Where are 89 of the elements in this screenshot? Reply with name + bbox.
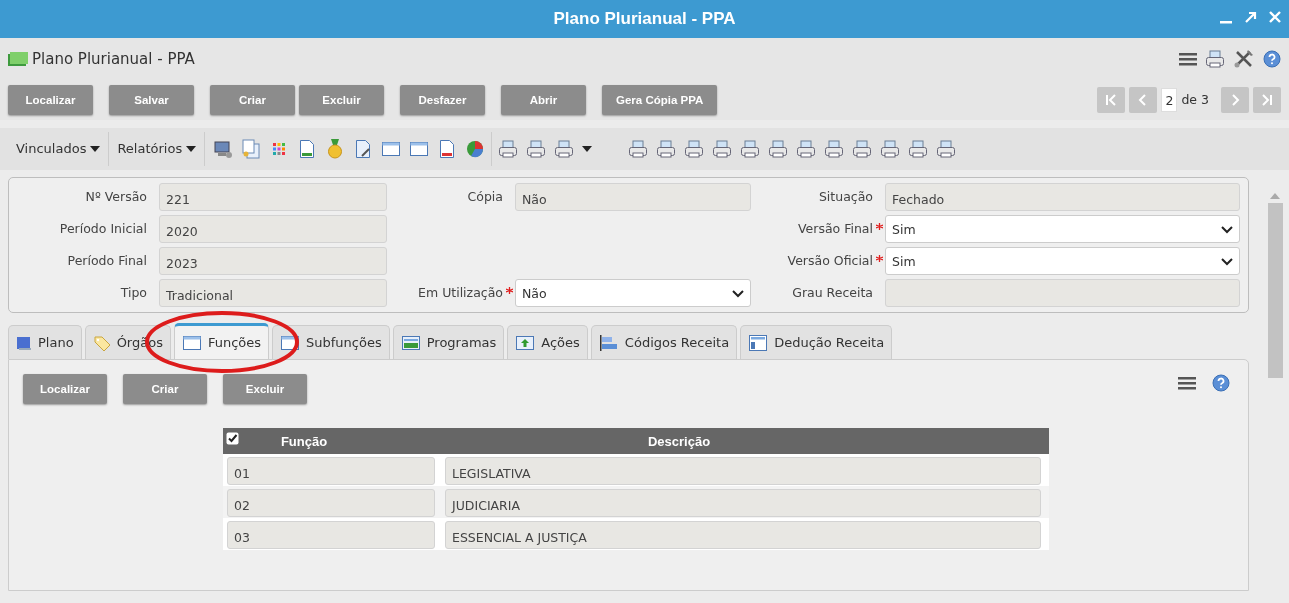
input-field[interactable]: 221 <box>159 183 387 211</box>
next-page-icon <box>1229 94 1241 107</box>
input-field[interactable]: Fechado <box>885 183 1240 211</box>
window-icon[interactable] <box>409 140 430 158</box>
required-icon <box>506 286 513 294</box>
layout-icon <box>748 333 769 352</box>
field-label: Grau Receita <box>791 283 873 302</box>
bar-chart-icon <box>598 333 619 352</box>
printer-icon[interactable] <box>712 139 733 159</box>
help-icon[interactable] <box>1212 374 1230 392</box>
printer-icon[interactable] <box>1205 49 1225 69</box>
menu-dropdown[interactable]: Relatórios <box>117 139 183 159</box>
caret-icon <box>582 146 593 152</box>
menu-icon[interactable] <box>1179 51 1197 67</box>
printer-icon[interactable] <box>740 139 761 159</box>
table-cell: ESSENCIAL A JUSTIÇA <box>445 521 1041 549</box>
menu-icon[interactable] <box>1178 375 1196 391</box>
table-cell: 02 <box>227 489 435 517</box>
column-header: Descrição <box>646 433 712 449</box>
printer-icon[interactable] <box>908 139 929 159</box>
window-title: Plano Plurianual - PPA <box>553 9 736 29</box>
tag-icon <box>92 334 111 351</box>
printer-icon[interactable] <box>852 139 873 159</box>
input-field[interactable]: 2023 <box>159 247 387 275</box>
last-page-icon <box>1261 94 1273 107</box>
table-cell: 03 <box>227 521 435 549</box>
square-icon <box>16 334 32 351</box>
printer-icon[interactable] <box>880 139 901 159</box>
required-icon <box>876 254 883 262</box>
field-label: Versão Final <box>797 219 873 238</box>
menu-dropdown[interactable]: Vinculados <box>16 139 87 159</box>
tab[interactable]: Ações <box>507 325 588 359</box>
tools-icon[interactable] <box>1233 49 1255 69</box>
select-field[interactable]: Sim <box>885 215 1240 243</box>
tab[interactable]: Plano <box>8 325 82 359</box>
field-label: Em Utilização <box>417 283 503 302</box>
input-field[interactable]: 2020 <box>159 215 387 243</box>
help-icon[interactable] <box>1263 50 1281 68</box>
column-header: Função <box>279 433 329 449</box>
required-icon <box>876 222 883 230</box>
printer-icon[interactable] <box>684 139 705 159</box>
monitor-icon[interactable] <box>213 139 234 159</box>
select-field[interactable]: Sim <box>885 247 1240 275</box>
tab[interactable]: Funções <box>173 323 270 359</box>
tab[interactable]: Subfunções <box>272 325 390 359</box>
input-field[interactable] <box>885 279 1240 307</box>
input-field[interactable]: Não <box>515 183 751 211</box>
tab[interactable]: Programas <box>392 325 505 359</box>
window-subtitle: Plano Plurianual - PPA <box>32 48 195 70</box>
pie-chart-icon[interactable] <box>465 139 486 159</box>
chevron-icon <box>1221 258 1233 266</box>
page-input[interactable]: 2 <box>1161 88 1178 112</box>
caret-icon <box>186 146 197 152</box>
field-label: Tipo <box>119 283 147 302</box>
input-field[interactable]: Tradicional <box>159 279 387 307</box>
table-cell: LEGISLATIVA <box>445 457 1041 485</box>
checkbox-icon[interactable] <box>226 431 239 445</box>
close-icon[interactable] <box>1269 11 1281 23</box>
page-count: de 3 <box>1181 90 1209 109</box>
window-icon[interactable] <box>181 333 202 352</box>
chevron-icon <box>1221 226 1233 234</box>
printer-icon[interactable] <box>796 139 817 159</box>
printer-icon[interactable] <box>498 139 519 159</box>
image-icon <box>400 333 421 352</box>
select-field[interactable]: Não <box>515 279 751 307</box>
tab[interactable]: Códigos Receita <box>590 325 738 359</box>
tab[interactable]: Dedução Receita <box>740 325 893 359</box>
caret-icon <box>90 146 101 152</box>
table-cell: 01 <box>227 457 435 485</box>
window-icon[interactable] <box>381 140 402 158</box>
field-label: Situação <box>817 187 873 206</box>
field-label: Nº Versão <box>84 187 147 206</box>
field-label: Cópia <box>466 187 503 206</box>
printer-icon[interactable] <box>824 139 845 159</box>
printer-icon[interactable] <box>554 139 575 159</box>
printer-icon[interactable] <box>936 139 957 159</box>
printer-icon[interactable] <box>526 139 547 159</box>
printer-icon[interactable] <box>656 139 677 159</box>
printer-icon[interactable] <box>768 139 789 159</box>
chevron-icon <box>732 290 744 298</box>
folder-icon <box>8 52 28 66</box>
field-label: Período Final <box>66 251 147 270</box>
field-label: Versão Oficial <box>786 251 873 270</box>
table-cell: JUDICIARIA <box>445 489 1041 517</box>
maximize-icon[interactable] <box>1244 10 1257 24</box>
first-page-icon <box>1105 94 1118 107</box>
field-label: Período Inicial <box>58 219 147 238</box>
upload-icon <box>515 333 536 352</box>
printer-icon[interactable] <box>628 139 649 159</box>
